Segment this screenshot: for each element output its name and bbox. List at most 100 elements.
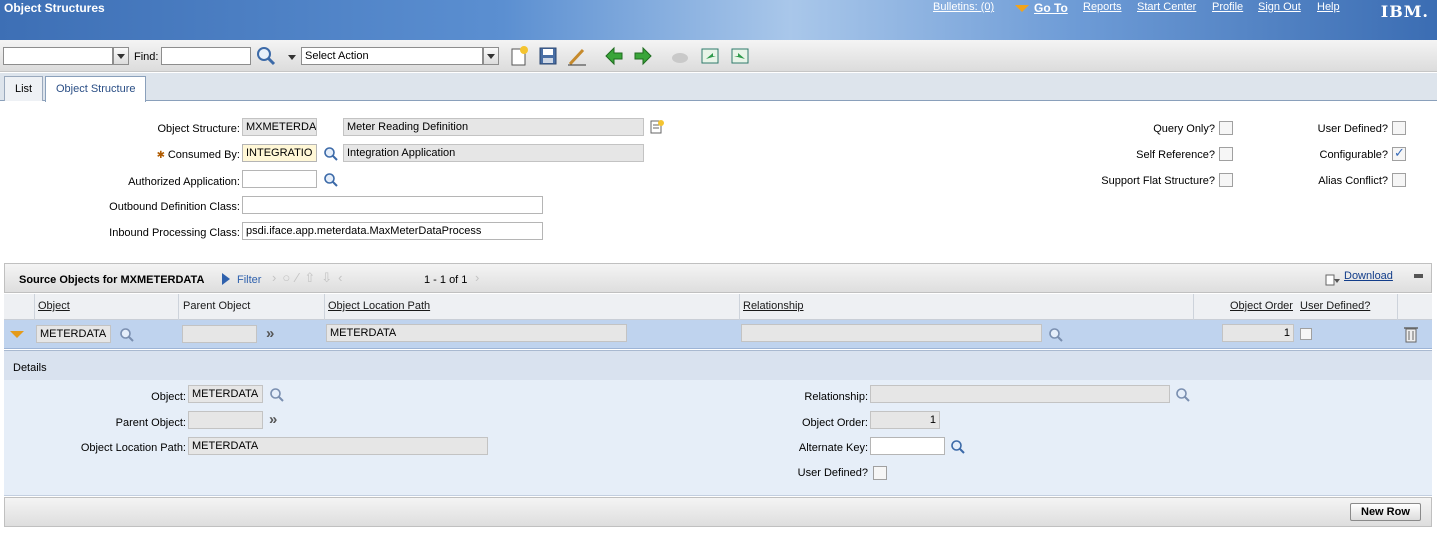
column-separator — [1397, 294, 1398, 320]
details-parent-object-field[interactable] — [188, 411, 263, 429]
details-relationship-lookup-icon[interactable] — [1175, 387, 1191, 403]
consumed-by-lookup-icon[interactable] — [323, 146, 339, 162]
details-alternate-key-lookup-icon[interactable] — [950, 439, 966, 455]
details-location-path-field[interactable]: METERDATA — [188, 437, 488, 455]
inbound-processing-class-field[interactable]: psdi.iface.app.meterdata.MaxMeterDataPro… — [242, 222, 543, 240]
consumed-by-description[interactable]: Integration Application — [343, 144, 644, 162]
previous-record-icon[interactable] — [603, 45, 625, 67]
details-alternate-key-label: Alternate Key: — [798, 442, 868, 454]
tab-object-structure[interactable]: Object Structure — [45, 76, 147, 102]
bulletins-link[interactable]: Bulletins: (0) — [933, 1, 994, 13]
details-object-order-field[interactable]: 1 — [870, 411, 940, 429]
row-relationship-lookup-icon[interactable] — [1048, 327, 1064, 343]
profile-link[interactable]: Profile — [1212, 1, 1243, 13]
select-action-dropdown[interactable]: Select Action — [301, 47, 483, 65]
new-row-button[interactable]: New Row — [1350, 503, 1421, 521]
table-footer: New Row — [4, 497, 1432, 527]
configurable-checkbox[interactable] — [1392, 145, 1406, 161]
long-description-icon[interactable] — [649, 119, 665, 135]
consumed-by-field[interactable]: INTEGRATIO — [242, 144, 317, 162]
ibm-logo: IBM. — [1380, 2, 1429, 21]
row-go-to-parent-icon[interactable]: » — [266, 325, 274, 342]
row-location-path-field[interactable]: METERDATA — [326, 324, 627, 342]
delete-row-icon[interactable] — [1403, 325, 1419, 343]
query-only-label: Query Only? — [1153, 123, 1215, 135]
start-center-link[interactable]: Start Center — [1137, 1, 1196, 13]
details-parent-object-label: Parent Object: — [115, 417, 186, 429]
column-header-relationship[interactable]: Relationship — [743, 300, 804, 312]
row-collapse-arrow-icon[interactable] — [10, 331, 24, 338]
download-icon[interactable] — [1325, 273, 1341, 286]
details-user-defined-checkbox[interactable] — [873, 466, 887, 480]
exclude-fields-icon[interactable] — [729, 45, 751, 67]
row-object-order-field[interactable]: 1 — [1222, 324, 1294, 342]
object-structure-label: Object Structure: — [157, 123, 240, 135]
action-dropdown-arrow[interactable] — [483, 47, 499, 65]
filter-link[interactable]: Filter — [237, 274, 261, 286]
details-object-field[interactable]: METERDATA — [188, 385, 263, 403]
find-search-icon[interactable] — [255, 45, 277, 67]
row-parent-object-field[interactable] — [182, 325, 257, 343]
sign-out-link[interactable]: Sign Out — [1258, 1, 1301, 13]
details-object-lookup-icon[interactable] — [269, 387, 285, 403]
outbound-definition-class-field[interactable] — [242, 196, 543, 214]
next-record-icon[interactable] — [632, 45, 654, 67]
object-structure-description[interactable]: Meter Reading Definition — [343, 118, 644, 136]
generate-schema-icon[interactable] — [699, 45, 721, 67]
consumed-by-label: ✱ Consumed By: — [0, 149, 240, 161]
column-header-object-order[interactable]: Object Order — [1230, 300, 1293, 312]
reports-link[interactable]: Reports — [1083, 1, 1122, 13]
details-location-path-label: Object Location Path: — [80, 442, 186, 454]
bulletin-board-icon — [672, 53, 688, 63]
find-input[interactable] — [161, 47, 251, 65]
save-icon[interactable] — [537, 45, 559, 67]
download-link[interactable]: Download — [1344, 270, 1393, 282]
row-object-field[interactable]: METERDATA — [36, 325, 111, 343]
details-alternate-key-field[interactable] — [870, 437, 945, 455]
toolbar: Find: Select Action — [0, 40, 1437, 72]
next-page-icon: › — [475, 270, 480, 285]
goto-arrow-icon[interactable] — [1015, 5, 1029, 12]
column-separator — [1193, 294, 1194, 320]
row-user-defined-checkbox[interactable] — [1300, 328, 1312, 340]
details-relationship-field[interactable] — [870, 385, 1170, 403]
column-separator — [324, 294, 325, 320]
find-label: Find: — [134, 51, 159, 63]
self-reference-checkbox[interactable] — [1219, 147, 1233, 161]
row-object-lookup-icon[interactable] — [119, 327, 135, 343]
query-only-checkbox[interactable] — [1219, 121, 1233, 135]
tab-list[interactable]: List — [4, 76, 44, 101]
user-defined-checkbox[interactable] — [1392, 121, 1406, 135]
alias-conflict-label: Alias Conflict? — [1318, 175, 1388, 187]
authorized-application-lookup-icon[interactable] — [323, 172, 339, 188]
disabled-table-tools-icon: ›○⁄⇧⇩‹ — [272, 270, 349, 285]
details-section-header: Details — [4, 350, 1432, 380]
row-relationship-field[interactable] — [741, 324, 1042, 342]
authorized-application-label: Authorized Application: — [128, 176, 240, 188]
object-structure-field[interactable]: MXMETERDA — [242, 118, 317, 136]
table-row[interactable]: METERDATA » METERDATA 1 — [4, 320, 1432, 349]
help-link[interactable]: Help — [1317, 1, 1340, 13]
column-header-user-defined[interactable]: User Defined? — [1300, 300, 1370, 312]
new-record-icon[interactable] — [508, 45, 530, 67]
support-flat-structure-checkbox[interactable] — [1219, 173, 1233, 187]
column-header-location-path[interactable]: Object Location Path — [328, 300, 430, 312]
goto-link[interactable]: Go To — [1034, 1, 1068, 15]
inbound-processing-class-label: Inbound Processing Class: — [109, 227, 240, 239]
column-header-object[interactable]: Object — [38, 300, 70, 312]
app-title: Object Structures — [4, 1, 105, 15]
filter-arrow-icon[interactable] — [221, 273, 231, 285]
query-select[interactable] — [3, 47, 113, 65]
collapse-section-icon[interactable] — [1414, 274, 1423, 278]
authorized-application-field[interactable] — [242, 170, 317, 188]
alias-conflict-checkbox[interactable] — [1392, 173, 1406, 187]
find-options-arrow-icon[interactable] — [288, 55, 296, 60]
details-go-to-parent-icon[interactable]: » — [269, 411, 277, 428]
column-header-parent-object: Parent Object — [183, 300, 251, 312]
query-dropdown-arrow[interactable] — [113, 47, 129, 65]
clear-changes-icon[interactable] — [566, 45, 588, 67]
source-objects-section-header: Source Objects for MXMETERDATA Filter ›○… — [4, 263, 1432, 293]
details-object-label: Object: — [151, 391, 186, 403]
consumed-by-label-text: Consumed By: — [167, 149, 240, 161]
column-separator — [178, 294, 179, 320]
